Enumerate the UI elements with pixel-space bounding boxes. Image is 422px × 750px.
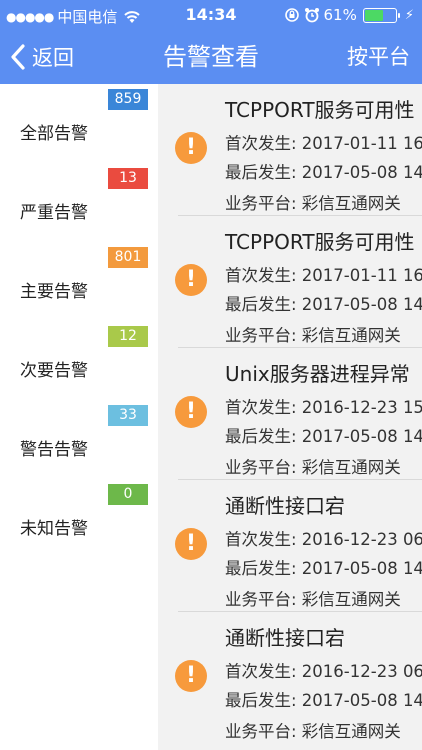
category-critical-alarms[interactable]: 13 严重告警 xyxy=(0,163,158,242)
count-badge: 0 xyxy=(108,484,148,505)
count-badge: 13 xyxy=(108,168,148,189)
category-warning-alarms[interactable]: 33 警告告警 xyxy=(0,400,158,479)
alarm-list-item[interactable]: ! 通断性接口宕 首次发生: 2016-12-23 06: 最后发生: 2017… xyxy=(158,612,422,744)
category-major-alarms[interactable]: 801 主要告警 xyxy=(0,242,158,321)
alarm-title: TCPPORT服务可用性 xyxy=(225,230,415,254)
status-right: 61% ⚡ xyxy=(284,6,414,24)
first-occurrence: 首次发生: 2017-01-11 16: xyxy=(225,134,422,153)
alarm-title: Unix服务器进程异常 xyxy=(225,362,410,386)
category-label: 警告告警 xyxy=(20,440,88,460)
navigation-bar: 返回 告警查看 按平台 xyxy=(0,30,422,84)
count-badge: 33 xyxy=(108,405,148,426)
category-unknown-alarms[interactable]: 0 未知告警 xyxy=(0,479,158,558)
last-occurrence: 最后发生: 2017-05-08 14: xyxy=(225,559,422,578)
rotation-lock-icon xyxy=(284,8,299,22)
battery-percent: 61% xyxy=(323,6,357,24)
alarm-category-sidebar: 859 全部告警 13 严重告警 801 主要告警 12 次要告警 33 警告告… xyxy=(0,84,158,750)
first-occurrence: 首次发生: 2016-12-23 15: xyxy=(225,398,422,417)
business-platform: 业务平台: 彩信互通网关 xyxy=(225,458,401,477)
by-platform-button[interactable]: 按平台 xyxy=(347,41,410,73)
business-platform: 业务平台: 彩信互通网关 xyxy=(225,194,401,213)
business-platform: 业务平台: 彩信互通网关 xyxy=(225,590,401,609)
first-occurrence: 首次发生: 2016-12-23 06: xyxy=(225,662,422,681)
first-occurrence: 首次发生: 2016-12-23 06: xyxy=(225,530,422,549)
business-platform: 业务平台: 彩信互通网关 xyxy=(225,326,401,345)
alarm-clock-icon xyxy=(304,8,319,23)
category-label: 全部告警 xyxy=(20,124,88,144)
exclamation-icon: ! xyxy=(175,396,207,428)
back-button[interactable]: 返回 xyxy=(10,41,74,73)
business-platform: 业务平台: 彩信互通网关 xyxy=(225,722,401,741)
alarm-title: 通断性接口宕 xyxy=(225,626,345,650)
category-label: 主要告警 xyxy=(20,282,88,302)
exclamation-icon: ! xyxy=(175,132,207,164)
category-all-alarms[interactable]: 859 全部告警 xyxy=(0,84,158,163)
exclamation-icon: ! xyxy=(175,264,207,296)
back-label: 返回 xyxy=(32,46,74,70)
category-label: 未知告警 xyxy=(20,519,88,539)
last-occurrence: 最后发生: 2017-05-08 14: xyxy=(225,427,422,446)
alarm-list-item[interactable]: ! TCPPORT服务可用性 首次发生: 2017-01-11 16: 最后发生… xyxy=(158,216,422,348)
last-occurrence: 最后发生: 2017-05-08 14: xyxy=(225,691,422,710)
last-occurrence: 最后发生: 2017-05-08 14: xyxy=(225,295,422,314)
exclamation-icon: ! xyxy=(175,660,207,692)
last-occurrence: 最后发生: 2017-05-08 14: xyxy=(225,163,422,182)
first-occurrence: 首次发生: 2017-01-11 16: xyxy=(225,266,422,285)
alarm-list[interactable]: ! TCPPORT服务可用性 首次发生: 2017-01-11 16: 最后发生… xyxy=(158,84,422,750)
alarm-list-item[interactable]: ! 通断性接口宕 首次发生: 2016-12-23 06: 最后发生: 2017… xyxy=(158,480,422,612)
alarm-list-item[interactable]: ! Unix服务器进程异常 首次发生: 2016-12-23 15: 最后发生:… xyxy=(158,348,422,480)
count-badge: 859 xyxy=(108,89,148,110)
alarm-list-item[interactable]: ! TCPPORT服务可用性 首次发生: 2017-01-11 16: 最后发生… xyxy=(158,84,422,216)
category-minor-alarms[interactable]: 12 次要告警 xyxy=(0,321,158,400)
exclamation-icon: ! xyxy=(175,528,207,560)
battery-level-fill xyxy=(364,9,383,21)
count-badge: 801 xyxy=(108,247,148,268)
category-label: 次要告警 xyxy=(20,361,88,381)
alarm-title: 通断性接口宕 xyxy=(225,494,345,518)
status-bar: ●●●●● 中国电信 14:34 61% ⚡ xyxy=(0,0,422,30)
chevron-left-icon xyxy=(11,44,25,70)
count-badge: 12 xyxy=(108,326,148,347)
battery-icon xyxy=(362,7,400,23)
alarm-title: TCPPORT服务可用性 xyxy=(225,98,415,122)
charging-bolt-icon: ⚡ xyxy=(404,7,414,23)
category-label: 严重告警 xyxy=(20,203,88,223)
